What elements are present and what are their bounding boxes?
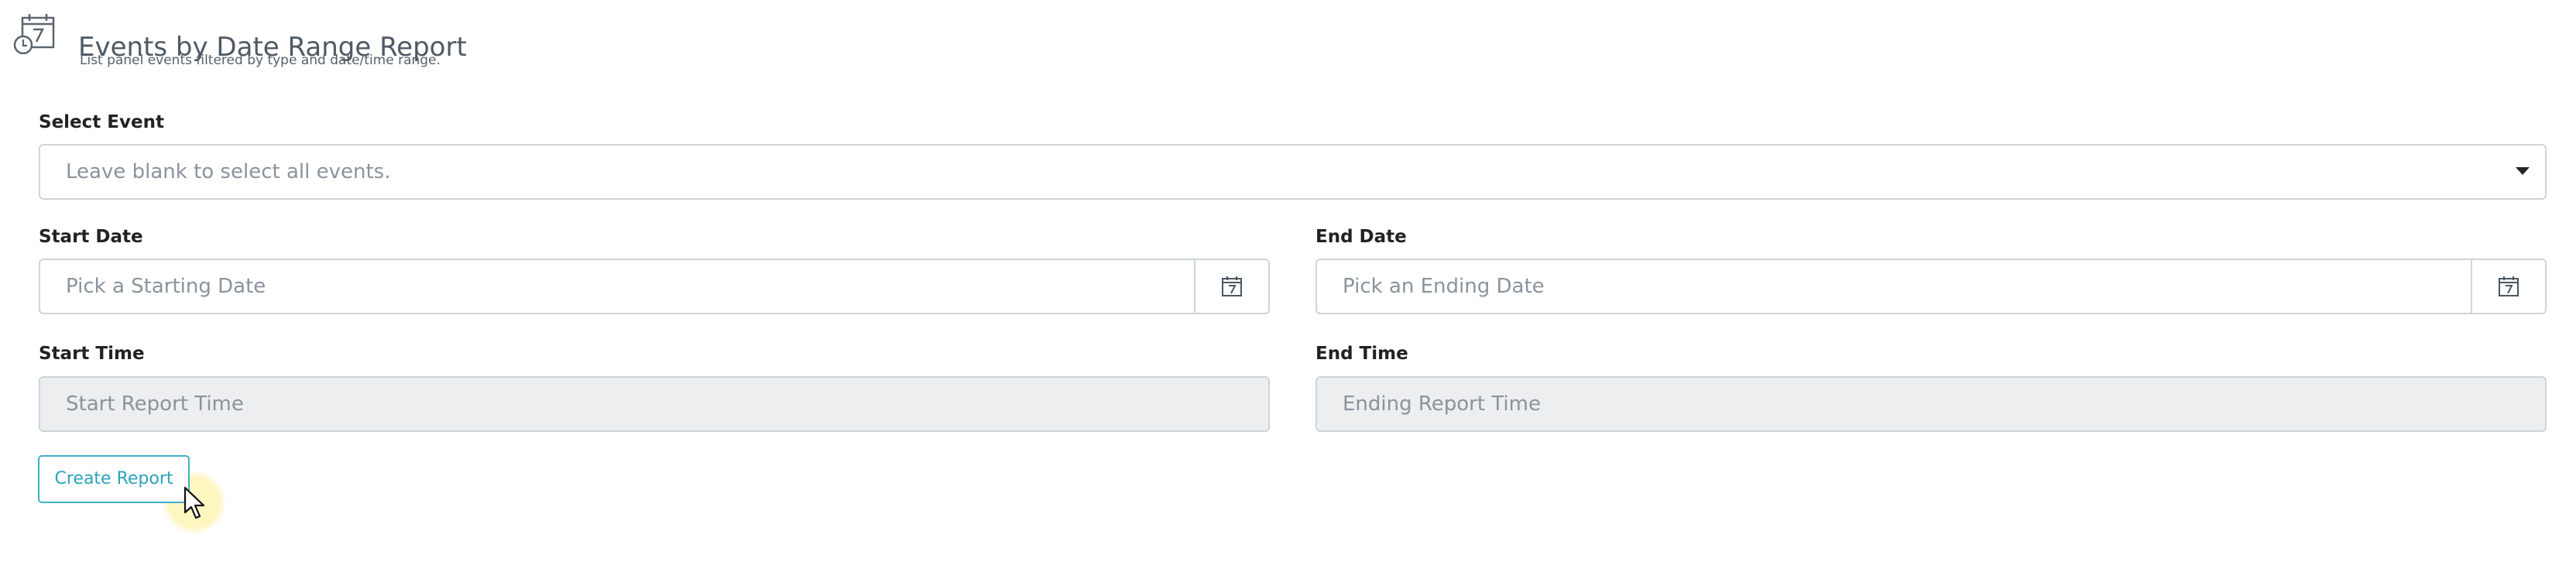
calendar-icon [2499,276,2519,296]
start-date-input[interactable]: Pick a Starting Date [39,259,1270,314]
end-date-input[interactable]: Pick an Ending Date [1315,259,2547,314]
calendar-icon [1222,276,1242,296]
end-date-calendar-button[interactable] [2471,260,2545,313]
start-time-input[interactable]: Start Report Time [39,376,1270,432]
start-time-placeholder: Start Report Time [66,392,244,416]
end-date-placeholder: Pick an Ending Date [1343,275,1545,298]
select-event-dropdown[interactable]: Leave blank to select all events. [39,144,2547,200]
create-report-button[interactable]: Create Report [38,455,190,503]
report-page: Events by Date Range Report List panel e… [0,0,2576,579]
end-time-input[interactable]: Ending Report Time [1315,376,2547,432]
calendar-clock-icon [13,14,55,54]
mouse-pointer-icon [184,486,205,519]
end-time-label: End Time [1315,344,1408,364]
end-time-placeholder: Ending Report Time [1343,392,1541,416]
end-date-label: End Date [1315,227,1407,247]
select-event-placeholder: Leave blank to select all events. [66,160,391,183]
select-event-label: Select Event [39,112,164,132]
start-time-label: Start Time [39,344,145,364]
start-date-label: Start Date [39,227,143,247]
caret-down-icon [2516,167,2530,175]
start-date-calendar-button[interactable] [1194,260,1268,313]
page-subtitle: List panel events filtered by type and d… [80,53,441,68]
start-date-placeholder: Pick a Starting Date [66,275,266,298]
